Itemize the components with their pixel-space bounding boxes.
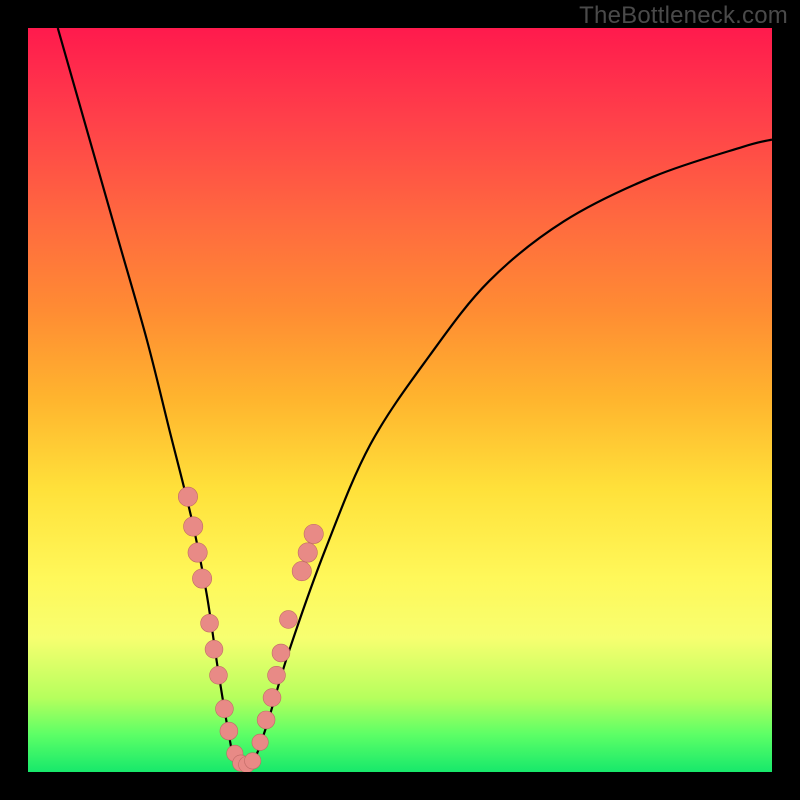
highlight-marker (245, 753, 261, 769)
highlight-marker (205, 640, 223, 658)
highlight-marker (279, 611, 297, 629)
highlight-marker (188, 543, 207, 562)
watermark-text: TheBottleneck.com (579, 2, 788, 30)
bottleneck-curve-path (58, 28, 772, 769)
chart-frame: TheBottleneck.com (0, 0, 800, 800)
highlight-marker (201, 614, 219, 632)
highlight-marker (192, 569, 211, 588)
highlight-markers-group (178, 487, 323, 772)
highlight-marker (210, 666, 228, 684)
highlight-marker (298, 543, 317, 562)
highlight-marker (263, 689, 281, 707)
highlight-marker (183, 517, 202, 536)
highlight-marker (292, 561, 311, 580)
bottleneck-curve-svg (28, 28, 772, 772)
highlight-marker (178, 487, 197, 506)
highlight-marker (257, 711, 275, 729)
highlight-marker (215, 700, 233, 718)
plot-area (28, 28, 772, 772)
highlight-marker (272, 644, 290, 662)
highlight-marker (252, 734, 268, 750)
highlight-marker (268, 666, 286, 684)
highlight-marker (304, 524, 323, 543)
highlight-marker (220, 722, 238, 740)
